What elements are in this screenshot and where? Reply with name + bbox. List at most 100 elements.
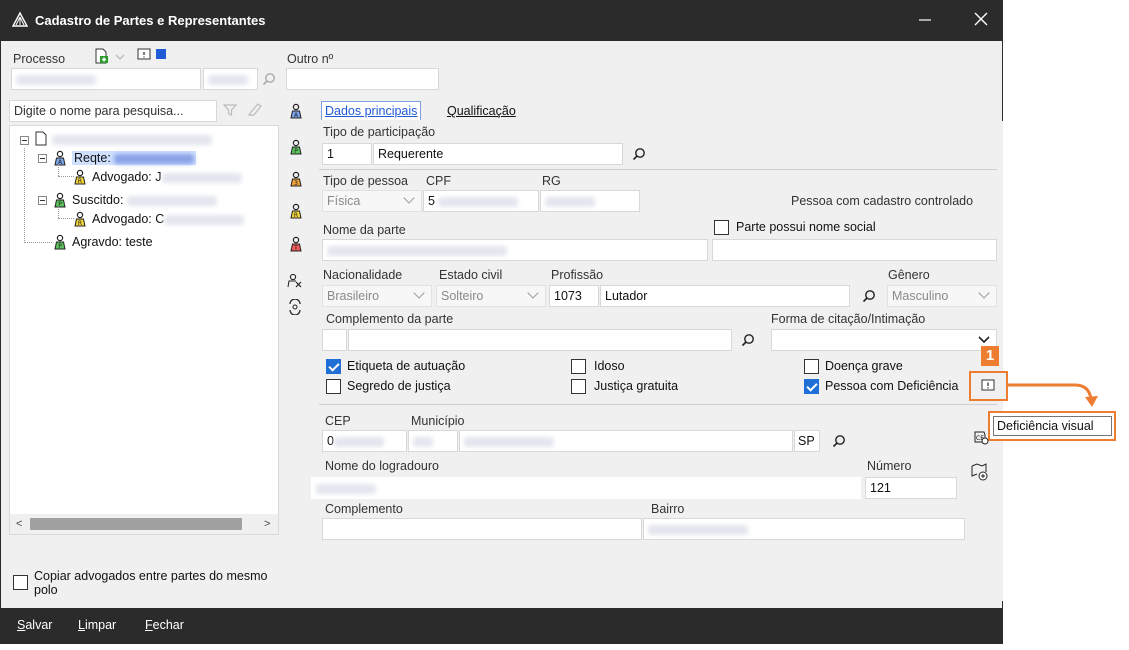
tree-line (58, 164, 59, 176)
scroll-left-icon[interactable]: < (16, 518, 22, 530)
svg-text:R: R (78, 178, 82, 185)
rg-field[interactable] (540, 190, 640, 212)
search-icon[interactable] (832, 434, 846, 448)
complemento-field[interactable] (322, 518, 642, 540)
add-defendant-icon[interactable]: P (288, 139, 304, 155)
forma-citacao-select[interactable] (771, 329, 997, 351)
numero-field[interactable]: 121 (865, 477, 957, 499)
callout-arrow-icon (1007, 383, 1098, 407)
scroll-right-icon[interactable]: > (264, 518, 270, 530)
map-add-icon[interactable] (971, 463, 989, 481)
doenca-grave-checkbox[interactable] (804, 359, 819, 374)
bairro-label: Bairro (651, 502, 685, 516)
tree-item-advogado-2[interactable]: Advogado: C (92, 212, 245, 226)
estado-civil-select[interactable]: Solteiro (436, 285, 546, 307)
fechar-button[interactable]: Fechar (145, 618, 184, 632)
add-lawyer-icon[interactable]: R (288, 203, 304, 219)
scroll-thumb[interactable] (30, 518, 242, 530)
search-icon[interactable] (262, 72, 276, 86)
horizontal-scrollbar[interactable]: < > (10, 514, 278, 534)
tab-dados-principais[interactable]: Dados principais (321, 101, 422, 120)
remove-party-icon[interactable] (287, 273, 303, 289)
copy-lawyers-label: Copiar advogados entre partes do mesmo p… (34, 569, 268, 597)
dialog-window: Cadastro de Partes e Representantes Proc… (0, 0, 1116, 644)
search-icon[interactable] (632, 147, 646, 161)
app-logo-icon (11, 11, 29, 27)
search-icon[interactable] (862, 289, 876, 303)
add-third-party-icon[interactable]: 3 (288, 171, 304, 187)
nome-social-field[interactable] (712, 239, 997, 261)
bairro-field[interactable] (643, 518, 965, 540)
nacionalidade-select[interactable]: Brasileiro (322, 285, 432, 307)
estado-civil-label: Estado civil (439, 268, 503, 282)
tree-item-suscitdo[interactable]: Suscitdo: (72, 193, 217, 207)
pessoa-deficiencia-checkbox[interactable] (804, 379, 819, 394)
tipo-participacao-label: Tipo de participação (323, 125, 436, 139)
chevron-down-icon (413, 287, 425, 299)
tree-root-label[interactable] (52, 132, 212, 146)
tipo-pessoa-label: Tipo de pessoa (323, 174, 409, 188)
tree-collapse-toggle[interactable] (38, 196, 47, 205)
blue-square-icon[interactable] (156, 49, 166, 59)
add-other-party-icon[interactable]: T (288, 236, 304, 252)
logradouro-field[interactable] (311, 477, 861, 499)
complemento-parte-code-field[interactable] (322, 329, 347, 351)
cep-search-icon[interactable]: CE (972, 429, 990, 447)
tree-collapse-toggle[interactable] (20, 136, 29, 145)
tipo-participacao-field[interactable]: Requerente (373, 143, 623, 165)
genero-label: Gênero (888, 268, 930, 282)
municipio-label: Município (411, 414, 465, 428)
info-icon[interactable] (137, 48, 151, 62)
justica-gratuita-checkbox[interactable] (571, 379, 586, 394)
profissao-code-field[interactable]: 1073 (549, 285, 599, 307)
minimize-button[interactable] (905, 7, 945, 35)
cpf-field[interactable]: 5 (423, 190, 539, 212)
etiqueta-autuacao-checkbox[interactable] (326, 359, 341, 374)
tipo-participacao-code-field[interactable]: 1 (322, 143, 372, 165)
tree-item-reqte[interactable]: Reqte: (72, 151, 197, 165)
profissao-field[interactable]: Lutador (600, 285, 850, 307)
outro-numero-field[interactable] (286, 68, 439, 90)
svg-text:P: P (58, 243, 62, 250)
nome-social-label: Parte possui nome social (736, 220, 876, 234)
step-badge: 1 (981, 346, 999, 366)
lawyer-icon: R (74, 169, 86, 185)
party-search-input[interactable]: Digite o nome para pesquisa... (9, 100, 217, 122)
close-button[interactable] (961, 7, 1001, 35)
defendant-icon: P (54, 192, 66, 208)
copy-lawyers-checkbox[interactable] (13, 575, 28, 590)
tab-qualificacao[interactable]: Qualificação (444, 102, 519, 120)
search-icon[interactable] (741, 333, 755, 347)
processo-number-field[interactable] (11, 68, 201, 90)
nome-social-checkbox[interactable] (714, 220, 729, 235)
uf-field[interactable]: SP (794, 430, 820, 452)
svg-text:R: R (78, 220, 82, 227)
processo-origin-field[interactable] (203, 68, 258, 90)
complemento-label: Complemento (325, 502, 403, 516)
limpar-button[interactable]: Limpar (78, 618, 116, 632)
swap-party-icon[interactable] (287, 299, 303, 315)
processo-label: Processo (13, 52, 66, 66)
justica-gratuita-label: Justiça gratuita (594, 379, 679, 393)
new-document-icon[interactable] (93, 48, 109, 64)
genero-select[interactable]: Masculino (887, 285, 997, 307)
clear-filter-icon[interactable] (247, 103, 263, 117)
nacionalidade-label: Nacionalidade (323, 268, 403, 282)
segredo-justica-checkbox[interactable] (326, 379, 341, 394)
logradouro-label: Nome do logradouro (325, 459, 439, 473)
tree-collapse-toggle[interactable] (38, 154, 47, 163)
tree-item-agravdo[interactable]: Agravdo: teste (72, 235, 153, 249)
deficiency-detail-button[interactable] (969, 371, 1008, 401)
municipio-code-field[interactable] (408, 430, 458, 452)
nome-parte-field[interactable] (322, 239, 708, 261)
add-plaintiff-icon[interactable]: A (288, 103, 304, 119)
chevron-down-icon[interactable] (115, 53, 125, 61)
filter-icon[interactable] (223, 103, 237, 117)
cep-field[interactable]: 0 (322, 430, 407, 452)
salvar-button[interactable]: Salvar (17, 618, 52, 632)
complemento-parte-field[interactable] (348, 329, 732, 351)
tipo-pessoa-select[interactable]: Física (322, 190, 422, 212)
idoso-checkbox[interactable] (571, 359, 586, 374)
municipio-field[interactable] (459, 430, 793, 452)
tree-item-advogado-1[interactable]: Advogado: J (92, 170, 242, 184)
